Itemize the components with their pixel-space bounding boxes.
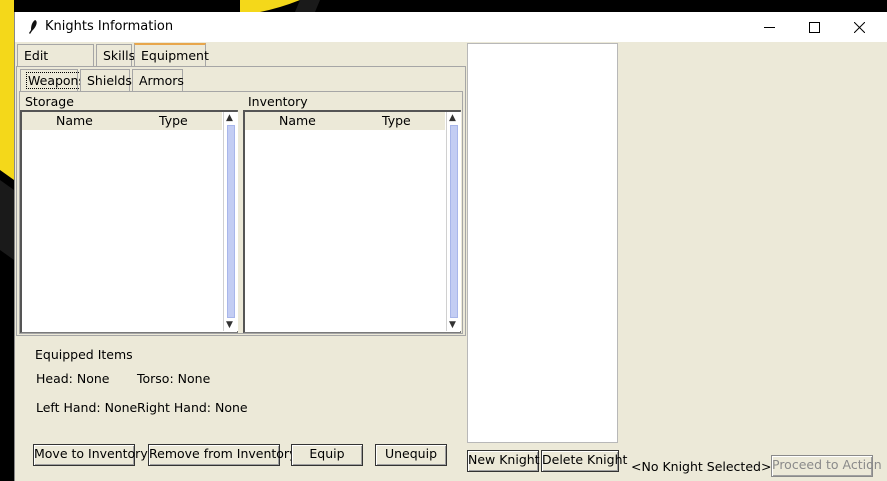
maximize-icon [808,21,820,33]
knights-information-window: Knights Information Edit Abilities Skill… [14,12,887,481]
inventory-table-header: Name Type [245,112,445,130]
inventory-label: Inventory [248,94,308,109]
equipped-items-title: Equipped Items [35,347,133,362]
inventory-table[interactable]: Name Type ▲ ▼ [243,110,461,333]
minimize-icon [763,26,775,28]
storage-table[interactable]: Name Type ▲ ▼ [20,110,238,333]
scroll-down-icon[interactable]: ▼ [449,320,456,330]
equipped-left-hand: Left Hand: None [36,400,138,415]
knight-list[interactable] [467,43,618,443]
equipped-torso: Torso: None [137,371,211,386]
screen: Knights Information Edit Abilities Skill… [0,0,887,481]
column-header-name[interactable]: Name [279,112,316,130]
subtab-shields[interactable]: Shields [80,69,132,91]
delete-knight-button[interactable]: Delete Knight [541,450,627,472]
scroll-up-icon[interactable]: ▲ [226,113,233,123]
column-header-name[interactable]: Name [56,112,93,130]
subtab-label: Shields [87,73,132,88]
title-bar: Knights Information [15,12,887,42]
proceed-to-action-button[interactable]: Proceed to Action [771,455,882,477]
selected-knight-status: <No Knight Selected> [631,459,772,474]
new-knight-button[interactable]: New Knight [467,450,540,472]
move-to-inventory-button[interactable]: Move to Inventory [33,444,148,466]
feather-icon [29,20,37,34]
storage-label: Storage [25,94,74,109]
remove-from-inventory-button[interactable]: Remove from Inventory [148,444,296,466]
scroll-thumb[interactable] [450,125,458,318]
equipped-head: Head: None [36,371,110,386]
storage-scrollbar[interactable]: ▲ ▼ [223,112,238,331]
column-header-type[interactable]: Type [382,112,411,130]
scroll-thumb[interactable] [227,125,235,318]
maximize-button[interactable] [791,12,837,42]
subtab-armors[interactable]: Armors [132,69,184,91]
equipped-right-hand: Right Hand: None [137,400,248,415]
tab-label: Equipment [141,48,209,63]
storage-table-header: Name Type [22,112,222,130]
scroll-up-icon[interactable]: ▲ [449,113,456,123]
subtab-label: Weapons [26,72,87,89]
minimize-button[interactable] [746,12,792,42]
tab-label: Skills [103,48,136,63]
tab-edit-abilities[interactable]: Edit Abilities [17,44,94,85]
tab-skills[interactable]: Skills [96,44,136,66]
close-button[interactable] [836,12,882,42]
scroll-down-icon[interactable]: ▼ [226,320,233,330]
window-title: Knights Information [45,19,174,34]
subtab-weapons[interactable]: Weapons [20,69,87,91]
column-header-type[interactable]: Type [159,112,188,130]
close-icon [853,21,865,33]
subtab-label: Armors [139,73,184,88]
equip-button[interactable]: Equip [291,444,363,466]
tab-equipment[interactable]: Equipment [134,43,209,66]
unequip-button[interactable]: Unequip [375,444,447,466]
inventory-scrollbar[interactable]: ▲ ▼ [446,112,461,331]
